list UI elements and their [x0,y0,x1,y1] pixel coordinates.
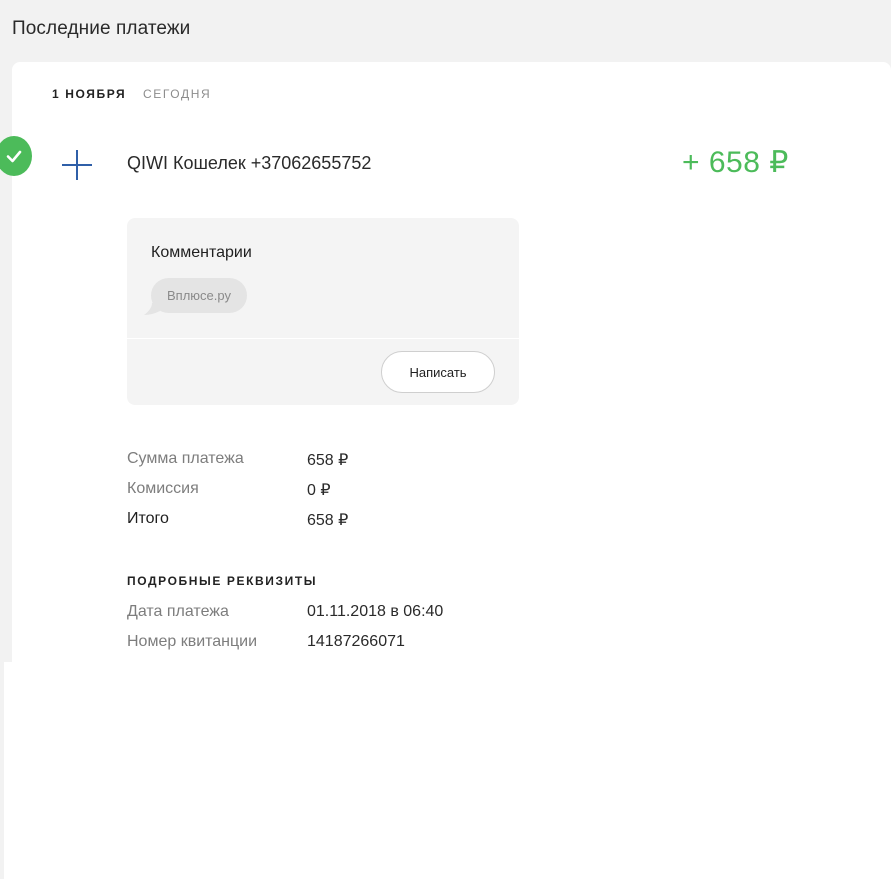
summary-value: 658 ₽ [307,452,349,469]
details-row-receipt: Номер квитанции 14187266071 [127,633,627,655]
comments-panel: Комментарии Вплюсе.ру Написать [127,218,519,405]
details-label: Номер квитанции [127,633,258,650]
payment-provider: QIWI Кошелек +37062655752 [127,153,372,173]
payment-date: 1 НОЯБРЯ [52,87,127,101]
comments-divider [127,338,519,339]
summary-label: Итого [127,510,169,527]
details-value: 14187266071 [307,633,405,650]
summary-value: 658 ₽ [307,512,349,529]
details-label: Дата платежа [127,603,229,620]
summary-label: Комиссия [127,480,199,497]
summary-row-fee: Комиссия 0 ₽ [127,480,627,502]
details-row-date: Дата платежа 01.11.2018 в 06:40 [127,603,627,625]
payment-amount: + 658 ₽ [682,146,789,179]
payment-date-relative: СЕГОДНЯ [143,87,212,101]
plus-icon [61,149,93,181]
summary-value: 0 ₽ [307,482,331,499]
page-title: Последние платежи [12,18,191,39]
comment-bubble: Вплюсе.ру [151,278,247,313]
details-heading: ПОДРОБНЫЕ РЕКВИЗИТЫ [127,574,318,588]
comments-title: Комментарии [151,244,252,261]
write-comment-button[interactable]: Написать [381,351,495,393]
page-bottom-area [4,662,891,879]
summary-row-amount: Сумма платежа 658 ₽ [127,450,627,472]
summary-row-total: Итого 658 ₽ [127,510,627,532]
summary-label: Сумма платежа [127,450,244,467]
details-value: 01.11.2018 в 06:40 [307,603,444,620]
